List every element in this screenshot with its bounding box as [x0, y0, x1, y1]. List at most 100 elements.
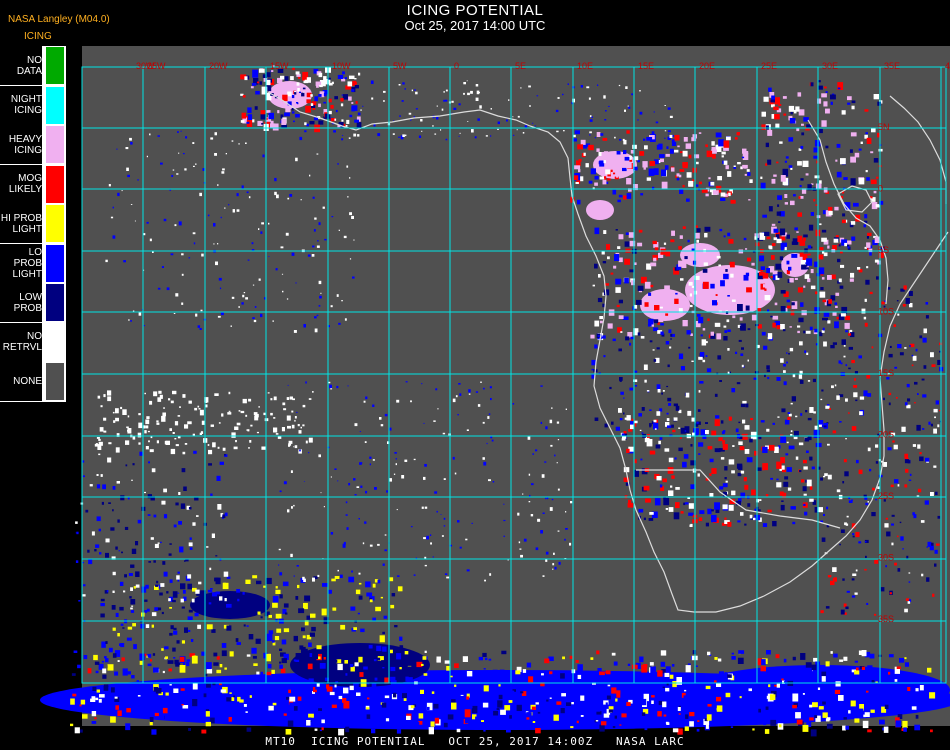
band-speck [334, 684, 337, 688]
band-speck [603, 713, 610, 718]
band-speck [454, 709, 459, 714]
ocean-speck [317, 240, 319, 242]
band-speck [422, 656, 427, 660]
cluster-speck [773, 106, 779, 111]
cluster-speck [626, 130, 630, 134]
ocean-speck [220, 216, 222, 219]
cluster-speck [774, 446, 779, 453]
ocean-speck [122, 409, 127, 415]
ocean-speck [168, 553, 172, 556]
ocean-speck [331, 216, 334, 218]
cluster-speck [684, 256, 688, 260]
band-speck [395, 658, 401, 663]
map-background [82, 46, 950, 726]
ocean-speck [395, 463, 397, 466]
cluster-speck [799, 252, 804, 257]
cluster-speck [603, 151, 609, 156]
cluster-speck [260, 110, 266, 115]
cluster-speck [776, 482, 782, 488]
band-speck [549, 697, 552, 699]
ocean-speck [289, 397, 292, 399]
ocean-speck [466, 569, 470, 572]
ocean-speck [667, 107, 671, 110]
band-speck [114, 671, 119, 676]
cluster-speck [712, 300, 717, 306]
band-speck [904, 657, 907, 660]
cluster-speck [720, 280, 725, 287]
band-speck [203, 693, 207, 698]
ocean-speck [210, 424, 214, 427]
band-speck [792, 693, 799, 702]
band-speck [884, 704, 889, 709]
ocean-speck [125, 464, 128, 467]
band-speck [663, 714, 667, 717]
ocean-speck [512, 403, 515, 405]
cluster-speck [846, 590, 850, 593]
ocean-speck [349, 114, 353, 118]
band-speck [275, 589, 281, 594]
cluster-speck [839, 543, 841, 546]
band-speck [802, 693, 805, 695]
cluster-speck [815, 291, 818, 295]
ocean-speck [195, 163, 197, 165]
band-speck [154, 712, 159, 717]
ocean-speck [512, 134, 515, 136]
cluster-speck [809, 407, 814, 413]
cluster-speck [771, 243, 776, 247]
cluster-speck [787, 487, 792, 491]
cluster-speck [768, 245, 771, 249]
ocean-speck [314, 217, 317, 220]
cluster-speck [291, 108, 294, 111]
cluster-speck [646, 177, 651, 181]
band-speck [508, 700, 513, 703]
band-speck [110, 716, 116, 723]
ocean-speck [490, 398, 492, 401]
cluster-speck [919, 456, 924, 462]
cluster-speck [935, 543, 940, 546]
cluster-speck [675, 292, 678, 295]
cluster-speck [784, 476, 789, 480]
ocean-speck [341, 119, 344, 122]
ocean-speck [168, 398, 171, 401]
cluster-speck [318, 94, 322, 97]
cluster-speck [629, 342, 632, 346]
cluster-speck [930, 492, 934, 496]
band-speck [566, 702, 572, 706]
band-speck [842, 725, 846, 731]
ocean-speck [631, 93, 633, 96]
band-speck [420, 689, 424, 694]
band-speck [685, 714, 689, 719]
cluster-speck [698, 132, 702, 134]
band-speck [799, 688, 804, 693]
band-speck [221, 643, 227, 648]
cluster-speck [667, 397, 672, 402]
band-speck [502, 687, 508, 691]
ocean-speck [308, 437, 313, 443]
ocean-speck [275, 433, 279, 435]
ocean-speck [280, 246, 284, 249]
band-speck [526, 717, 530, 720]
cluster-speck [659, 408, 663, 412]
ocean-speck [443, 91, 445, 93]
cluster-speck [351, 106, 355, 112]
ocean-speck [281, 273, 284, 275]
cluster-speck [615, 287, 621, 293]
ocean-speck [234, 426, 239, 430]
ocean-speck [546, 497, 549, 500]
cluster-speck [855, 569, 858, 572]
band-speck [839, 667, 845, 675]
cluster-speck [731, 388, 736, 393]
cluster-speck [815, 183, 822, 189]
cluster-speck [843, 355, 846, 358]
band-speck [257, 603, 262, 608]
cluster-speck [807, 245, 811, 249]
ocean-speck [330, 476, 332, 478]
ocean-speck [173, 313, 176, 314]
cluster-speck [574, 130, 580, 135]
band-speck [725, 692, 731, 698]
band-speck [286, 696, 290, 700]
ocean-speck [308, 398, 312, 400]
cluster-speck [682, 150, 688, 157]
band-speck [547, 707, 552, 712]
band-speck [549, 671, 553, 675]
